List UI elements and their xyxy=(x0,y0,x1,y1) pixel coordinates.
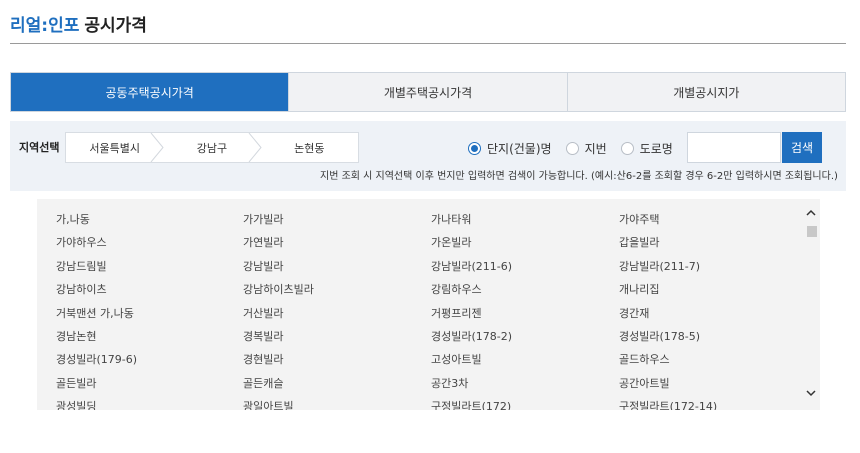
radio-button[interactable] xyxy=(620,142,634,155)
tab-land-price[interactable]: 개별공시지가 xyxy=(566,73,845,111)
list-item[interactable]: 경성빌라(179-6) xyxy=(56,351,137,367)
tab-house-price[interactable]: 개별주택공시가격 xyxy=(288,73,567,111)
page-title: 공시가격 xyxy=(84,15,147,36)
radio-complex-name-label: 단지(건물)명 xyxy=(487,142,552,156)
list-item[interactable]: 골든캐슬 xyxy=(243,375,283,391)
list-item[interactable]: 경성빌라(178-5) xyxy=(619,328,700,344)
list-item[interactable]: 경간재 xyxy=(619,305,649,321)
list-item[interactable]: 가,나동 xyxy=(56,211,90,227)
list-item[interactable]: 강남빌라 xyxy=(243,258,283,274)
radio-button[interactable] xyxy=(565,142,579,155)
list-item[interactable]: 경현빌라 xyxy=(243,351,283,367)
search-type-radio-group: 단지(건물)명 지번 도로명 xyxy=(468,140,687,157)
radio-lot-number-label: 지번 xyxy=(584,142,607,156)
list-item[interactable]: 공간3차 xyxy=(431,375,468,391)
search-button[interactable]: 검색 xyxy=(782,132,822,163)
tab-bar: 공동주택공시가격 개별주택공시가격 개별공시지가 xyxy=(10,72,846,112)
chevron-right-icon xyxy=(150,133,164,162)
chevron-right-icon xyxy=(248,133,262,162)
breadcrumb-city-label: 서울특별시 xyxy=(89,141,140,155)
radio-button-checked[interactable] xyxy=(468,142,481,155)
breadcrumb-city[interactable]: 서울특별시 xyxy=(66,133,164,162)
building-list: 가,나동 가가빌라 가나타워 가야주택 가야하우스 가연빌라 가온빌라 갑을빌라 강남드림빌 강남… xyxy=(37,199,820,410)
radio-road-name[interactable]: 도로명 xyxy=(620,140,673,157)
list-item[interactable]: 광성빌딩 xyxy=(56,398,96,410)
filter-bar: 지역선택 서울특별시 강남구 논현동 단지(건물)명 지번 도로명 검색 지번 … xyxy=(10,121,846,191)
list-item[interactable]: 구정빌라트(172) xyxy=(431,398,511,410)
tab-apartment-price[interactable]: 공동주택공시가격 xyxy=(11,73,289,111)
list-item[interactable]: 골드하우스 xyxy=(619,351,670,367)
list-item[interactable]: 개나리집 xyxy=(619,281,659,297)
page-header: 리얼 :인포 공시가격 xyxy=(10,8,147,38)
list-item[interactable]: 가야하우스 xyxy=(56,234,107,250)
list-item[interactable]: 거평프리젠 xyxy=(431,305,482,321)
chevron-down-icon[interactable] xyxy=(805,387,817,399)
list-item[interactable]: 고성아트빌 xyxy=(431,351,482,367)
radio-complex-name[interactable]: 단지(건물)명 xyxy=(468,140,552,157)
list-item[interactable]: 가야주택 xyxy=(619,211,659,227)
list-item[interactable]: 가가빌라 xyxy=(243,211,283,227)
list-item[interactable]: 가연빌라 xyxy=(243,234,283,250)
breadcrumb-dong[interactable]: 논현동 xyxy=(261,133,358,162)
brand-logo-part1: 리얼 xyxy=(10,15,42,36)
list-item[interactable]: 강림하우스 xyxy=(431,281,482,297)
list-item[interactable]: 거북맨션 가,나동 xyxy=(56,305,134,321)
list-item[interactable]: 경복빌라 xyxy=(243,328,283,344)
search-input[interactable] xyxy=(687,132,781,163)
scrollbar-thumb[interactable] xyxy=(807,226,817,237)
list-scrollbar[interactable] xyxy=(802,199,820,410)
list-item[interactable]: 강남빌라(211-6) xyxy=(431,258,512,274)
chevron-up-icon[interactable] xyxy=(805,207,817,219)
search-hint-text: 지번 조회 시 지역선택 이후 번지만 입력하면 검색이 가능합니다. (예시:… xyxy=(320,171,838,182)
region-select-label: 지역선택 xyxy=(19,141,60,154)
breadcrumb-district-label: 강남구 xyxy=(196,141,228,155)
list-item[interactable]: 갑을빌라 xyxy=(619,234,659,250)
radio-road-name-label: 도로명 xyxy=(639,142,673,156)
list-item[interactable]: 경남논현 xyxy=(56,328,96,344)
breadcrumb-district[interactable]: 강남구 xyxy=(163,133,262,162)
brand-logo-part2: :인포 xyxy=(41,15,80,36)
list-item[interactable]: 구정빌라트(172-14) xyxy=(619,398,717,410)
list-item[interactable]: 가나타워 xyxy=(431,211,471,227)
list-item[interactable]: 광일아트빌 xyxy=(243,398,294,410)
list-item[interactable]: 강남하이츠 xyxy=(56,281,107,297)
list-item[interactable]: 강남하이츠빌라 xyxy=(243,281,314,297)
list-item[interactable]: 경성빌라(178-2) xyxy=(431,328,512,344)
list-item[interactable]: 거산빌라 xyxy=(243,305,283,321)
list-item[interactable]: 골든빌라 xyxy=(56,375,96,391)
breadcrumb-dong-label: 논현동 xyxy=(294,141,325,155)
list-item[interactable]: 강남드림빌 xyxy=(56,258,107,274)
region-breadcrumb: 서울특별시 강남구 논현동 xyxy=(65,132,359,163)
list-item[interactable]: 가온빌라 xyxy=(431,234,471,250)
list-item[interactable]: 공간아트빌 xyxy=(619,375,670,391)
header-divider xyxy=(10,43,846,44)
list-item[interactable]: 강남빌라(211-7) xyxy=(619,258,700,274)
radio-lot-number[interactable]: 지번 xyxy=(565,140,607,157)
